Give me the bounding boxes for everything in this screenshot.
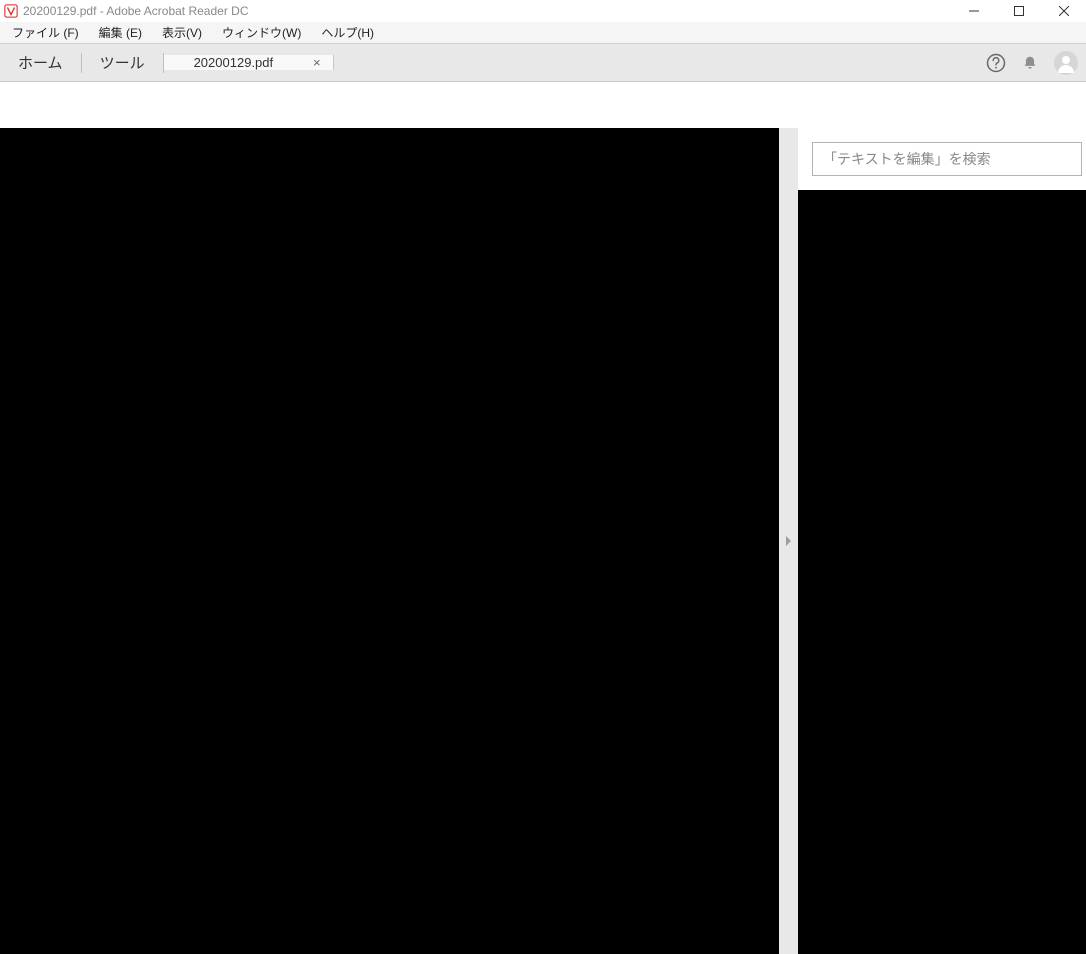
account-icon[interactable] [1054, 51, 1078, 75]
tab-close-icon[interactable]: × [313, 55, 321, 70]
tabbar-right [986, 44, 1086, 81]
menu-help[interactable]: ヘルプ(H) [311, 22, 384, 43]
help-icon[interactable] [986, 53, 1006, 73]
panel-gutter [779, 128, 798, 954]
document-viewport[interactable] [0, 128, 779, 954]
expand-panel-icon[interactable] [786, 536, 791, 546]
tabbar-left: ホーム ツール 20200129.pdf × [0, 44, 334, 81]
tab-document[interactable]: 20200129.pdf × [164, 55, 334, 70]
window-title: 20200129.pdf - Adobe Acrobat Reader DC [23, 4, 249, 18]
search-section [798, 128, 1086, 190]
right-panel [798, 128, 1086, 954]
tabbar: ホーム ツール 20200129.pdf × [0, 44, 1086, 82]
bell-icon[interactable] [1020, 53, 1040, 73]
tab-home[interactable]: ホーム [0, 52, 81, 73]
search-input[interactable] [812, 142, 1082, 176]
minimize-button[interactable] [951, 0, 996, 22]
menu-file[interactable]: ファイル (F) [2, 22, 89, 43]
titlebar: 20200129.pdf - Adobe Acrobat Reader DC [0, 0, 1086, 22]
app-icon [4, 4, 18, 18]
close-button[interactable] [1041, 0, 1086, 22]
maximize-button[interactable] [996, 0, 1041, 22]
right-panel-content [798, 190, 1086, 954]
window-controls [951, 0, 1086, 22]
content-area [0, 128, 1086, 954]
menu-window[interactable]: ウィンドウ(W) [212, 22, 311, 43]
toolbar-blank [0, 82, 1086, 128]
menubar: ファイル (F) 編集 (E) 表示(V) ウィンドウ(W) ヘルプ(H) [0, 22, 1086, 44]
menu-view[interactable]: 表示(V) [152, 22, 212, 43]
tab-tools[interactable]: ツール [82, 52, 163, 73]
tab-document-label: 20200129.pdf [194, 55, 274, 70]
menu-edit[interactable]: 編集 (E) [89, 22, 152, 43]
